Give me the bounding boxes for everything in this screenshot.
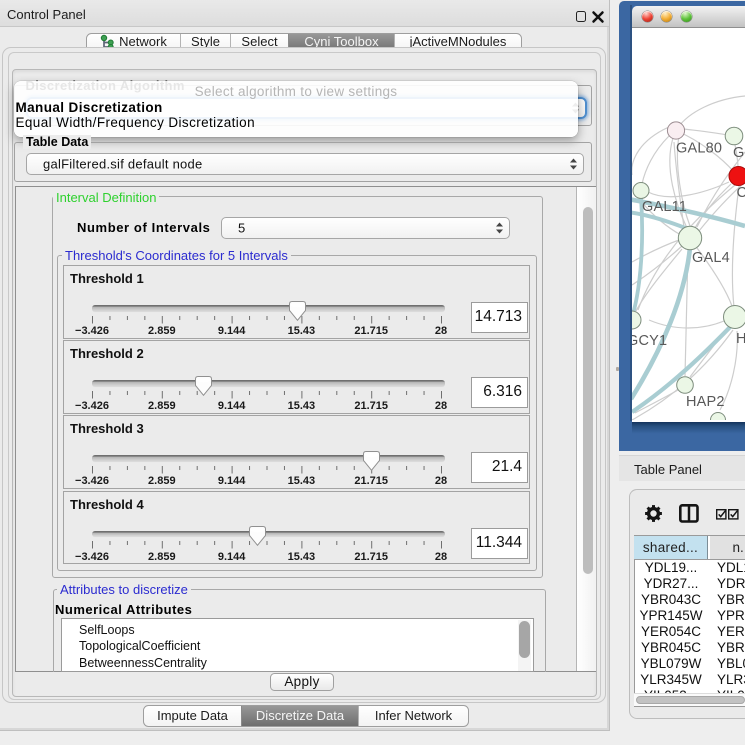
svg-text:GAL11: GAL11: [642, 199, 687, 215]
svg-text:GCY1: GCY1: [632, 333, 667, 349]
svg-text:HAP2: HAP2: [686, 394, 725, 410]
svg-text:H: H: [736, 331, 745, 347]
svg-text:G.: G.: [733, 145, 745, 161]
svg-text:GAL4: GAL4: [692, 250, 730, 266]
svg-text:GAL80: GAL80: [676, 141, 722, 157]
svg-text:C: C: [737, 185, 745, 201]
